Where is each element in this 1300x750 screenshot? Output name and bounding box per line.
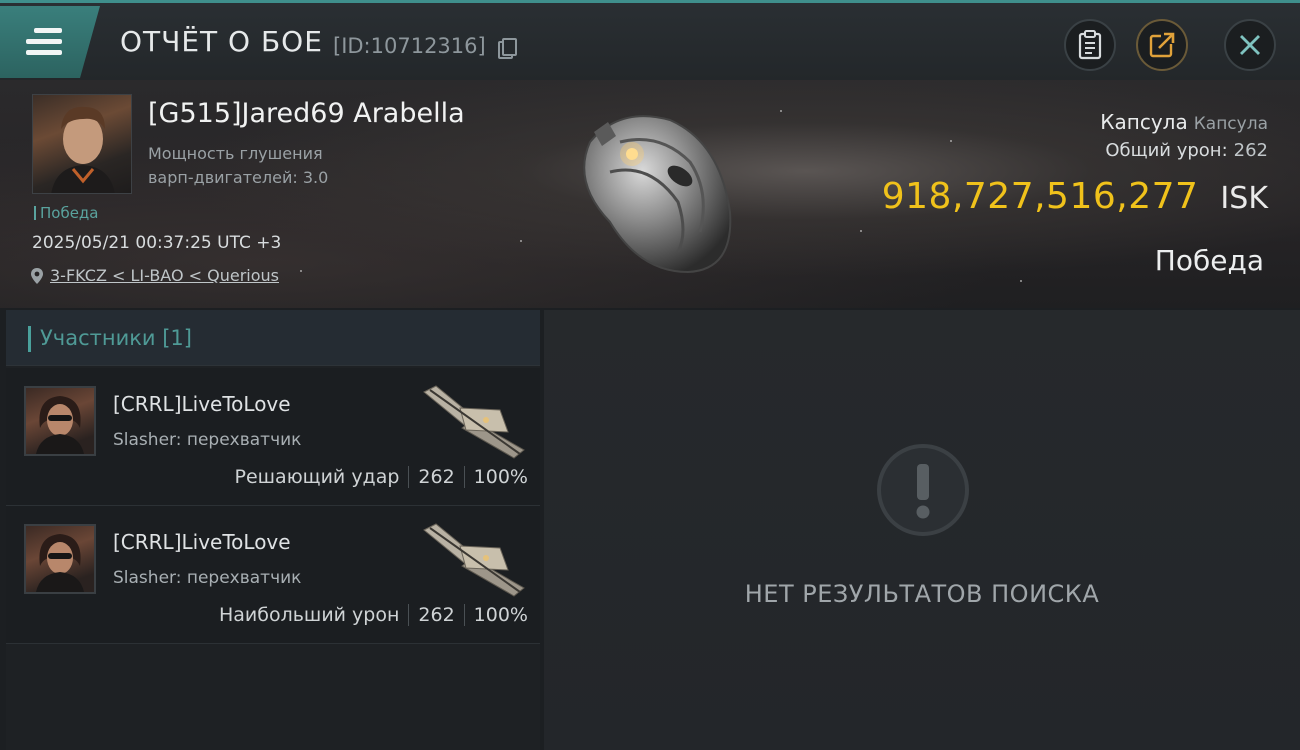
total-damage: Общий урон: 262	[1105, 140, 1268, 161]
close-icon	[1240, 35, 1260, 55]
copy-icon[interactable]	[498, 38, 517, 59]
participant-role: Наибольший урон	[218, 604, 400, 626]
alert-icon	[877, 444, 969, 536]
battle-result: Победа	[1154, 244, 1264, 277]
participant-damage: 262	[418, 466, 455, 488]
warp-strength-label: Мощность глушения варп-двигателей: 3.0	[148, 144, 329, 187]
participant-row[interactable]: [CRRL]LiveToLove Slasher: перехватчик На…	[6, 506, 540, 644]
menu-button[interactable]	[0, 6, 100, 78]
participant-avatar[interactable]	[24, 386, 96, 456]
victim-summary: [G515]Jared69 Arabella Мощность глушения…	[0, 80, 1300, 308]
participant-name[interactable]: [CRRL]LiveToLove	[113, 392, 291, 416]
participant-name[interactable]: [CRRL]LiveToLove	[113, 530, 291, 554]
participant-percent: 100%	[473, 466, 528, 488]
battle-id: [ID:10712316]	[333, 34, 486, 58]
clipboard-icon	[1078, 30, 1102, 60]
victim-name[interactable]: [G515]Jared69 Arabella	[148, 98, 465, 129]
slasher-ship-icon	[423, 385, 525, 459]
battle-location[interactable]: 3-FKCZ < LI-BAO < Querious	[30, 266, 279, 285]
slasher-ship-icon	[423, 523, 525, 597]
battle-datetime: 2025/05/21 00:37:25 UTC +3	[32, 233, 282, 253]
close-button[interactable]	[1224, 19, 1276, 71]
ship-type: Капсула Капсула	[1100, 110, 1268, 134]
export-icon	[1149, 32, 1175, 58]
location-pin-icon	[31, 267, 43, 284]
participants-panel: Участники [1] [CRRL]LiveToLove Slasher: …	[6, 310, 540, 750]
isk-value: 918,727,516,277 ISK	[881, 176, 1268, 217]
menu-icon	[26, 28, 62, 61]
clipboard-button[interactable]	[1064, 19, 1116, 71]
participant-ship: Slasher: перехватчик	[113, 568, 302, 588]
participant-ship: Slasher: перехватчик	[113, 430, 302, 450]
top-bar: ОТЧЁТ О БОЕ [ID:10712316]	[0, 0, 1300, 80]
participant-row[interactable]: [CRRL]LiveToLove Slasher: перехватчик Ре…	[6, 368, 540, 506]
capsule-ship-image	[583, 115, 732, 274]
export-button[interactable]	[1136, 19, 1188, 71]
participant-stats: Решающий удар 262 100%	[235, 466, 528, 488]
location-link[interactable]: 3-FKCZ < LI-BAO < Querious	[50, 266, 279, 285]
participant-stats: Наибольший урон 262 100%	[219, 604, 528, 626]
victim-avatar[interactable]	[32, 94, 132, 194]
page-title: ОТЧЁТ О БОЕ	[120, 25, 323, 58]
participants-header[interactable]: Участники [1]	[6, 310, 540, 366]
participant-avatar[interactable]	[24, 524, 96, 594]
victory-tag: Победа	[34, 204, 99, 222]
participant-damage: 262	[418, 604, 455, 626]
participants-label: Участники [1]	[40, 326, 192, 350]
details-panel: НЕТ РЕЗУЛЬТАТОВ ПОИСКА	[544, 310, 1300, 750]
empty-state-text: НЕТ РЕЗУЛЬТАТОВ ПОИСКА	[744, 580, 1100, 608]
participant-percent: 100%	[473, 604, 528, 626]
participant-role: Решающий удар	[234, 466, 400, 488]
